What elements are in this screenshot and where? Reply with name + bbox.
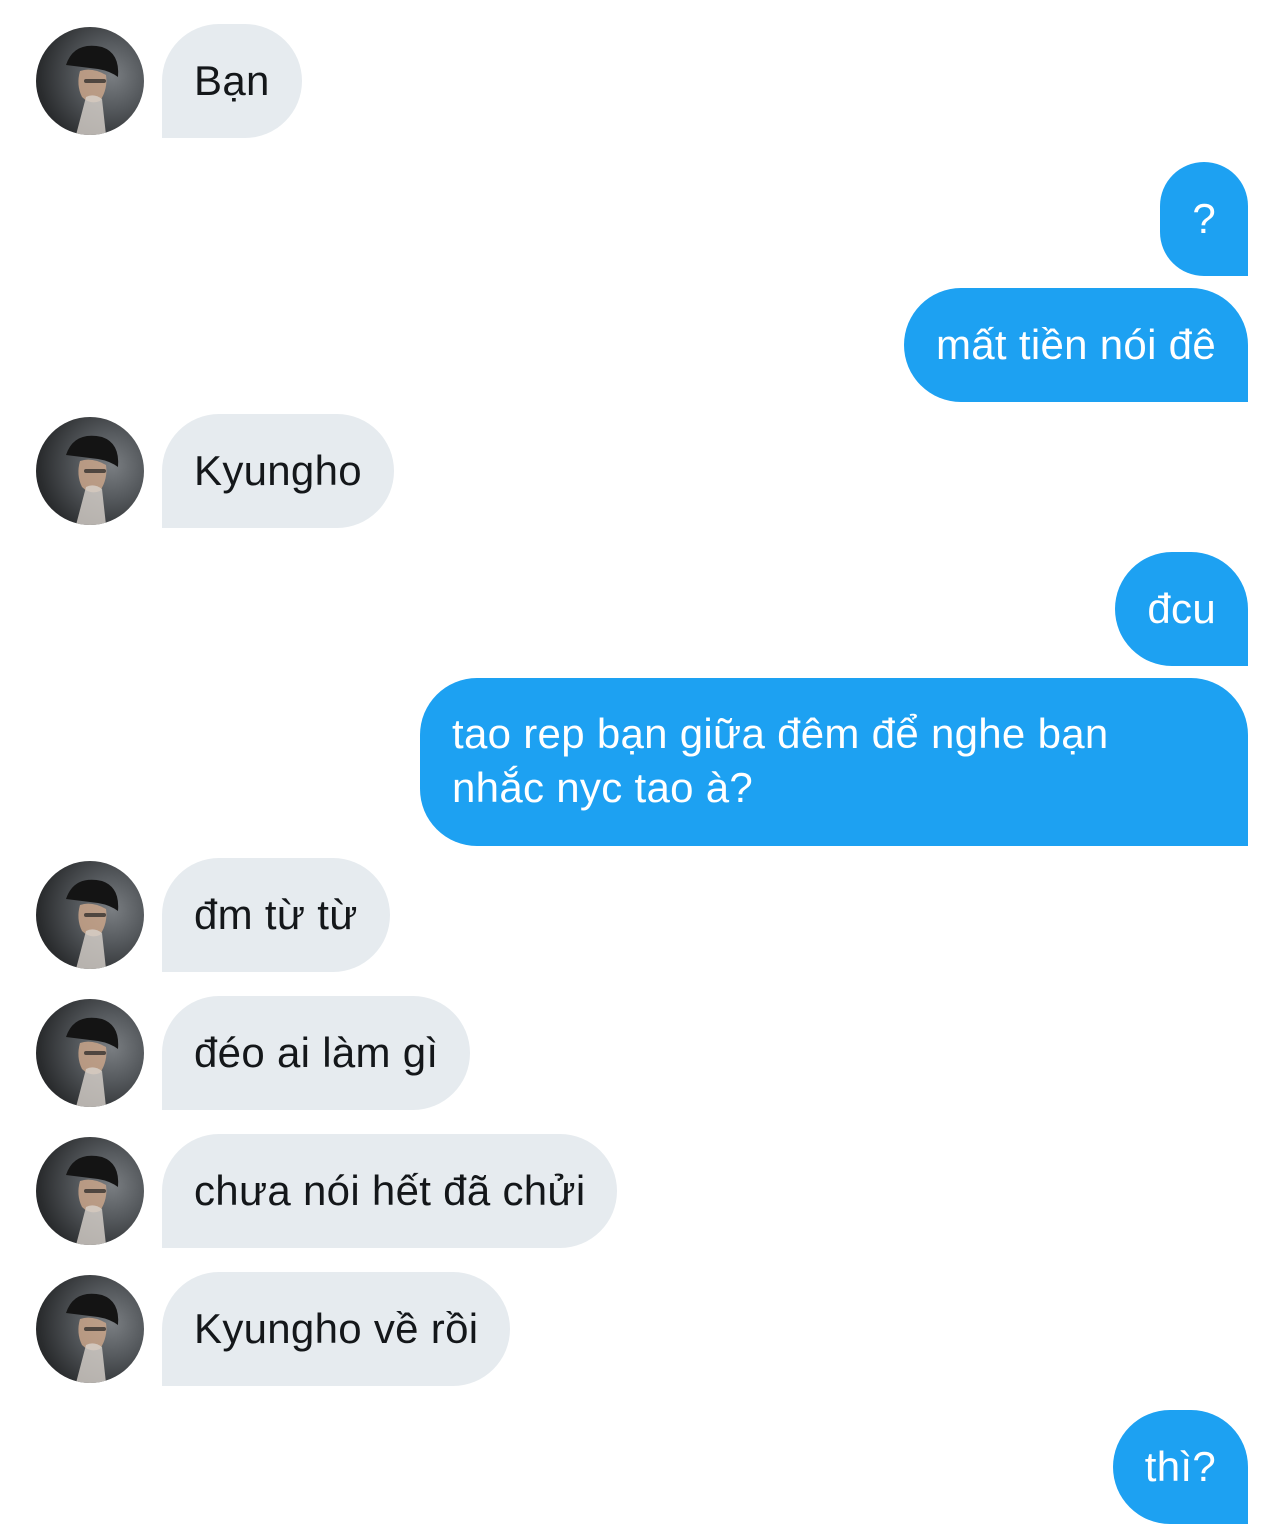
message-row-outgoing: đcu — [0, 552, 1284, 666]
sender-avatar[interactable] — [36, 27, 144, 135]
message-bubble[interactable]: đm từ từ — [162, 858, 390, 972]
message-bubble[interactable]: đéo ai làm gì — [162, 996, 471, 1110]
message-row-incoming: chưa nói hết đã chửi — [0, 1134, 1284, 1248]
message-bubble[interactable]: Bạn — [162, 24, 302, 138]
message-bubble[interactable]: chưa nói hết đã chửi — [162, 1134, 618, 1248]
message-bubble[interactable]: Kyungho — [162, 414, 394, 528]
person-photo-icon — [66, 45, 119, 135]
sender-avatar[interactable] — [36, 999, 144, 1107]
person-photo-icon — [66, 1017, 119, 1107]
sender-avatar[interactable] — [36, 861, 144, 969]
message-row-outgoing: ? — [0, 162, 1284, 276]
person-photo-icon — [66, 1155, 119, 1245]
message-row-incoming: đéo ai làm gì — [0, 996, 1284, 1110]
message-row-incoming: Kyungho về rồi — [0, 1272, 1284, 1386]
person-photo-icon — [66, 1293, 119, 1383]
message-row-incoming: Kyungho — [0, 414, 1284, 528]
message-row-outgoing: tao rep bạn giữa đêm để nghe bạn nhắc ny… — [0, 678, 1284, 846]
message-row-outgoing: thì? — [0, 1410, 1284, 1524]
message-row-incoming: đm từ từ — [0, 858, 1284, 972]
message-row-outgoing: mất tiền nói đê — [0, 288, 1284, 402]
message-row-incoming: Bạn — [0, 24, 1284, 138]
sender-avatar[interactable] — [36, 1275, 144, 1383]
message-bubble[interactable]: đcu — [1115, 552, 1248, 666]
person-photo-icon — [66, 879, 119, 969]
sender-avatar[interactable] — [36, 1137, 144, 1245]
message-bubble[interactable]: tao rep bạn giữa đêm để nghe bạn nhắc ny… — [420, 678, 1248, 846]
message-bubble[interactable]: mất tiền nói đê — [903, 288, 1248, 402]
sender-avatar[interactable] — [36, 417, 144, 525]
message-bubble[interactable]: thì? — [1112, 1410, 1248, 1524]
message-bubble[interactable]: Kyungho về rồi — [162, 1272, 511, 1386]
message-bubble[interactable]: ? — [1160, 162, 1248, 276]
person-photo-icon — [66, 435, 119, 525]
